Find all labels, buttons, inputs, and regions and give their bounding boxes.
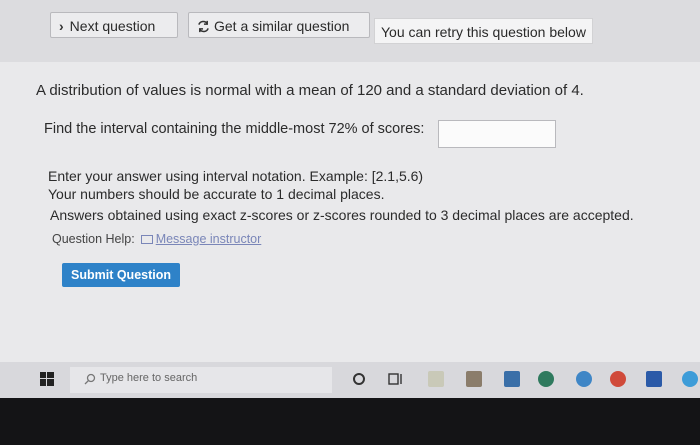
question-prompt: Find the interval containing the middle-… xyxy=(44,121,425,137)
similar-question-label: Get a similar question xyxy=(214,18,350,34)
question-help-label: Question Help: xyxy=(52,232,135,246)
windows-taskbar: Type here to search xyxy=(0,362,700,398)
cortana-icon[interactable] xyxy=(352,372,366,386)
submit-question-button[interactable]: Submit Question xyxy=(62,263,180,287)
search-icon xyxy=(84,373,96,385)
edge-browser-icon[interactable] xyxy=(682,371,698,387)
instruction-zscores: Answers obtained using exact z-scores or… xyxy=(50,207,634,223)
message-instructor-link[interactable]: Message instructor xyxy=(140,232,262,246)
word-icon[interactable] xyxy=(646,371,662,387)
file-explorer-icon[interactable] xyxy=(428,371,444,387)
question-help: Question Help: Message instructor xyxy=(52,232,261,246)
envelope-icon xyxy=(140,235,153,244)
browser-icon[interactable] xyxy=(576,371,592,387)
next-question-button[interactable]: › Next question xyxy=(50,12,178,38)
store-icon[interactable] xyxy=(466,371,482,387)
search-placeholder: Type here to search xyxy=(100,372,198,384)
taskbar-search[interactable]: Type here to search xyxy=(70,367,332,393)
chrome-icon[interactable] xyxy=(610,371,626,387)
chevron-right-icon: › xyxy=(59,18,64,34)
instruction-precision: Your numbers should be accurate to 1 dec… xyxy=(48,186,385,202)
laptop-bezel xyxy=(0,398,700,445)
windows-start-icon[interactable] xyxy=(40,372,54,386)
retry-notice: You can retry this question below xyxy=(374,18,593,44)
next-question-label: Next question xyxy=(69,18,156,34)
similar-question-button[interactable]: Get a similar question xyxy=(188,12,370,38)
message-instructor-label: Message instructor xyxy=(155,232,262,246)
question-toolbar: › Next question Get a similar question Yo… xyxy=(0,0,700,62)
task-view-icon[interactable] xyxy=(388,372,404,386)
refresh-icon xyxy=(198,20,209,33)
instruction-format: Enter your answer using interval notatio… xyxy=(48,168,424,184)
app-icon[interactable] xyxy=(504,371,520,387)
answer-input[interactable] xyxy=(438,120,556,148)
edge-icon[interactable] xyxy=(538,371,554,387)
problem-statement: A distribution of values is normal with … xyxy=(36,82,584,99)
browser-viewport: › Next question Get a similar question Yo… xyxy=(0,0,700,362)
